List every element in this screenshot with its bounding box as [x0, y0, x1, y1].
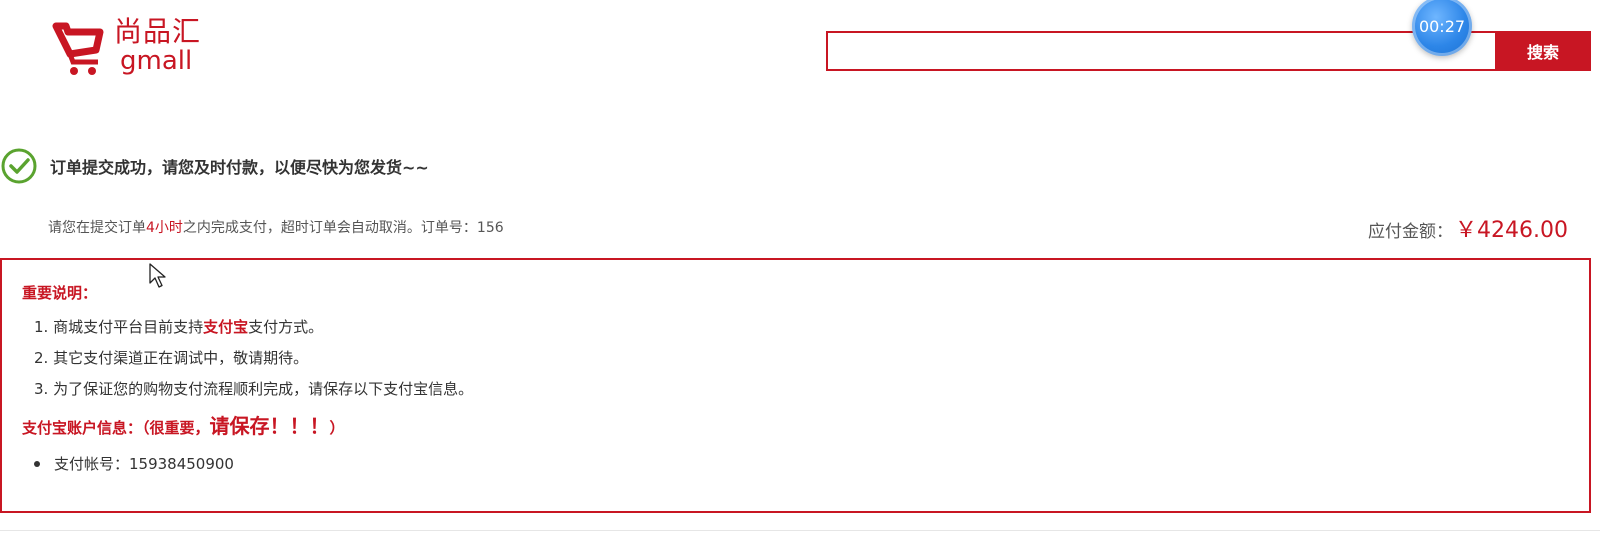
payment-notice: 请您在提交订单4小时之内完成支付，超时订单会自动取消。订单号：156 [48, 217, 504, 237]
info-title: 重要说明： [22, 284, 98, 302]
bullet-icon [34, 460, 40, 467]
account-number: 支付帐号：15938450900 [54, 455, 234, 473]
notice-hours: 4小时 [146, 220, 183, 236]
notice-suffix: 之内完成支付，超时订单会自动取消。订单号：156 [182, 220, 504, 236]
logo[interactable]: 尚品汇 gmall [52, 18, 201, 78]
success-message: 订单提交成功，请您及时付款，以便尽快为您发货~~ [50, 158, 429, 177]
mouse-cursor-icon [149, 263, 166, 288]
logo-text-en: gmall [120, 46, 193, 76]
account-title-text: 支付宝账户信息：（很重要， [22, 419, 210, 437]
cart-icon [52, 22, 104, 75]
account-title-end: ） [329, 419, 345, 437]
info-item: 1. 商城支付平台目前支持支付宝支付方式。 [34, 312, 473, 343]
logo-text-cn: 尚品汇 [114, 15, 202, 48]
info-item: 3. 为了保证您的购物支付流程顺利完成，请保存以下支付宝信息。 [34, 380, 474, 398]
account-item: 支付帐号：15938450900 [34, 453, 234, 474]
search-bar: 搜索 [826, 31, 1591, 71]
info-list: 1. 商城支付平台目前支持支付宝支付方式。 2. 其它支付渠道正在调试中，敬请期… [34, 312, 473, 405]
info-item-text: 1. 商城支付平台目前支持 [34, 318, 204, 336]
check-circle-icon [1, 148, 37, 184]
info-item-text: 支付方式。 [248, 318, 324, 336]
notice-prefix: 请您在提交订单 [48, 220, 146, 236]
info-item-highlight: 支付宝 [203, 318, 249, 336]
order-success: 订单提交成功，请您及时付款，以便尽快为您发货~~ [0, 147, 429, 185]
amount-value: ￥4246.00 [1455, 218, 1568, 243]
search-input[interactable] [826, 31, 1495, 71]
important-info-box: 重要说明： 1. 商城支付平台目前支持支付宝支付方式。 2. 其它支付渠道正在调… [0, 258, 1591, 513]
search-button[interactable]: 搜索 [1495, 31, 1591, 71]
amount-label: 应付金额： [1368, 222, 1454, 242]
divider [0, 530, 1600, 531]
account-list: 支付帐号：15938450900 [34, 453, 234, 474]
account-title-emphasis: 请保存！！！ [209, 414, 330, 438]
amount-due: 应付金额： ￥4246.00 [1368, 212, 1568, 244]
info-item: 2. 其它支付渠道正在调试中，敬请期待。 [34, 349, 309, 367]
account-info-title: 支付宝账户信息：（很重要， 请保存！！！） [22, 410, 345, 439]
